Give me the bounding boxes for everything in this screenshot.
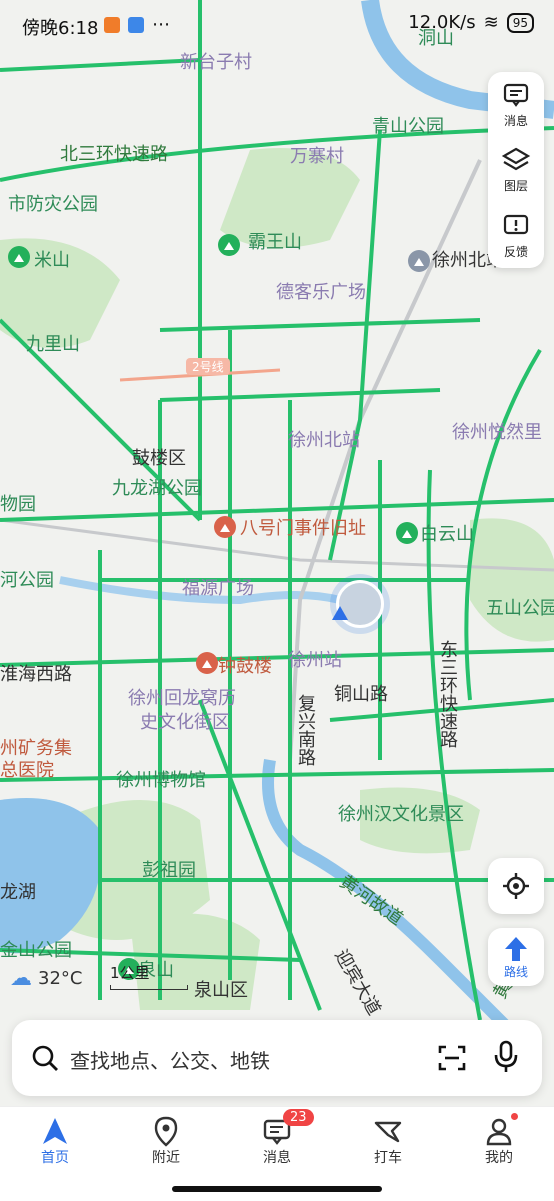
nav-profile[interactable]: 我的 [459, 1113, 539, 1167]
nav-taxi[interactable]: 打车 [348, 1115, 428, 1167]
map-label[interactable]: 九里山 [26, 330, 80, 356]
map-label[interactable]: 市防灾公园 [8, 190, 98, 216]
map-label[interactable]: 鼓楼区 [132, 444, 186, 470]
status-notification-icons: ⋯ [104, 14, 170, 35]
map-label[interactable]: 总医院 [0, 756, 54, 782]
microphone-icon[interactable] [492, 1040, 520, 1074]
status-time: 傍晚6:18 [22, 18, 99, 39]
nav-messages[interactable]: 23 消息 [237, 1109, 317, 1167]
layers-label: 图层 [503, 179, 528, 194]
message-count-badge: 23 [283, 1109, 314, 1126]
weather-widget[interactable]: ☁ 32°C [10, 966, 82, 991]
nav-nearby[interactable]: 附近 [126, 1115, 206, 1167]
poi-pin-icon[interactable] [396, 522, 418, 544]
map-scale: 1公里 [110, 962, 188, 990]
message-icon [503, 84, 529, 107]
status-bar: 傍晚6:18 ⋯ 12.0K/s ≋ 95 [0, 0, 554, 50]
map-label[interactable]: 金山公园 [0, 936, 72, 962]
cloud-icon: ☁ [10, 966, 32, 991]
route-arrow-icon [505, 936, 527, 961]
map-label[interactable]: 五山公园 [486, 594, 554, 620]
map-label[interactable]: 龙湖 [0, 878, 36, 904]
map-label[interactable]: 米山 [34, 246, 70, 272]
wifi-icon: ≋ [483, 12, 499, 33]
map-tools-panel: 消息 图层 反馈 [488, 72, 544, 268]
map-label[interactable]: 洞山 [418, 24, 454, 50]
map-label[interactable]: 新台子村 [180, 48, 252, 74]
map-label[interactable]: 徐州北站 [288, 426, 360, 452]
nav-messages-label: 消息 [263, 1150, 291, 1166]
map-label[interactable]: 泉山区 [194, 976, 248, 1002]
more-icon: ⋯ [152, 14, 170, 35]
map-label[interactable]: 八号门事件旧址 [240, 514, 366, 540]
poi-pin-icon[interactable] [214, 516, 236, 538]
messages-button[interactable]: 消息 [501, 80, 531, 129]
map-label[interactable]: 青山公园 [372, 112, 444, 138]
feedback-label: 反馈 [503, 244, 528, 259]
nav-home-label: 首页 [41, 1150, 69, 1166]
map-label[interactable]: 物园 [0, 490, 36, 516]
nav-home[interactable]: 首页 [15, 1115, 95, 1167]
map-label[interactable]: 万寨村 [290, 142, 344, 168]
search-bar[interactable]: 查找地点、公交、地铁 [12, 1020, 542, 1096]
nav-taxi-label: 打车 [374, 1150, 402, 1166]
messages-label: 消息 [503, 114, 528, 129]
scan-icon[interactable] [436, 1042, 468, 1074]
map-label[interactable]: 九龙湖公园 [112, 474, 202, 500]
map-label[interactable]: 淮海西路 [0, 660, 72, 686]
home-indicator[interactable] [172, 1186, 382, 1192]
map-label[interactable]: 徐州悦然里 [452, 418, 542, 444]
scale-bar [110, 985, 188, 990]
user-icon [486, 1118, 512, 1146]
map-label[interactable]: 复兴南路 [292, 694, 318, 766]
weather-temp: 32°C [38, 968, 83, 989]
nav-profile-label: 我的 [485, 1150, 513, 1166]
map-label[interactable]: 福源广场 [182, 574, 254, 600]
heading-arrow-icon [332, 606, 348, 620]
map-label[interactable]: 徐州回龙窝历 [128, 684, 236, 710]
map-label[interactable]: 霸王山 [248, 228, 302, 254]
route-button[interactable]: 路线 [488, 928, 544, 986]
mi-icon [104, 16, 120, 33]
route-label: 路线 [503, 964, 528, 979]
map-label[interactable]: 铜山路 [334, 680, 388, 706]
map-label[interactable]: 德客乐广场 [276, 278, 366, 304]
map-label[interactable]: 徐州站 [288, 646, 342, 672]
map-label[interactable]: 北三环快速路 [60, 140, 168, 166]
map-label[interactable]: 徐州博物馆 [116, 766, 206, 792]
map-label[interactable]: 徐州汉文化景区 [338, 800, 464, 826]
poi-pin-icon[interactable] [408, 250, 430, 272]
poi-pin-icon[interactable] [8, 246, 30, 268]
map-label[interactable]: 2号线 [186, 358, 230, 375]
layers-icon [501, 148, 531, 171]
search-icon [32, 1045, 58, 1071]
poi-pin-icon[interactable] [218, 234, 240, 256]
feedback-icon [503, 214, 529, 234]
map-label[interactable]: 白云山 [420, 520, 474, 546]
feedback-button[interactable]: 反馈 [501, 211, 531, 260]
battery-icon: 95 [506, 12, 534, 33]
map-label[interactable]: 钟鼓楼 [218, 652, 272, 678]
current-location-avatar[interactable] [336, 580, 384, 628]
map-label[interactable]: 东三环快速路 [434, 640, 460, 748]
poi-pin-icon[interactable] [196, 652, 218, 674]
app-icon [128, 16, 144, 33]
crosshair-icon [503, 873, 529, 899]
map-label[interactable]: 史文化街区 [140, 708, 230, 734]
search-placeholder: 查找地点、公交、地铁 [70, 1049, 270, 1073]
taxi-flag-icon [374, 1121, 402, 1143]
nav-nearby-label: 附近 [152, 1150, 180, 1166]
profile-dot [511, 1113, 518, 1120]
navigation-arrow-icon [43, 1118, 67, 1144]
map-label[interactable]: 彭祖园 [142, 856, 196, 882]
locate-me-button[interactable] [488, 858, 544, 914]
layers-button[interactable]: 图层 [501, 145, 531, 194]
scale-label: 1公里 [110, 964, 150, 982]
location-pin-icon [154, 1116, 178, 1147]
map-label[interactable]: 河公园 [0, 566, 54, 592]
